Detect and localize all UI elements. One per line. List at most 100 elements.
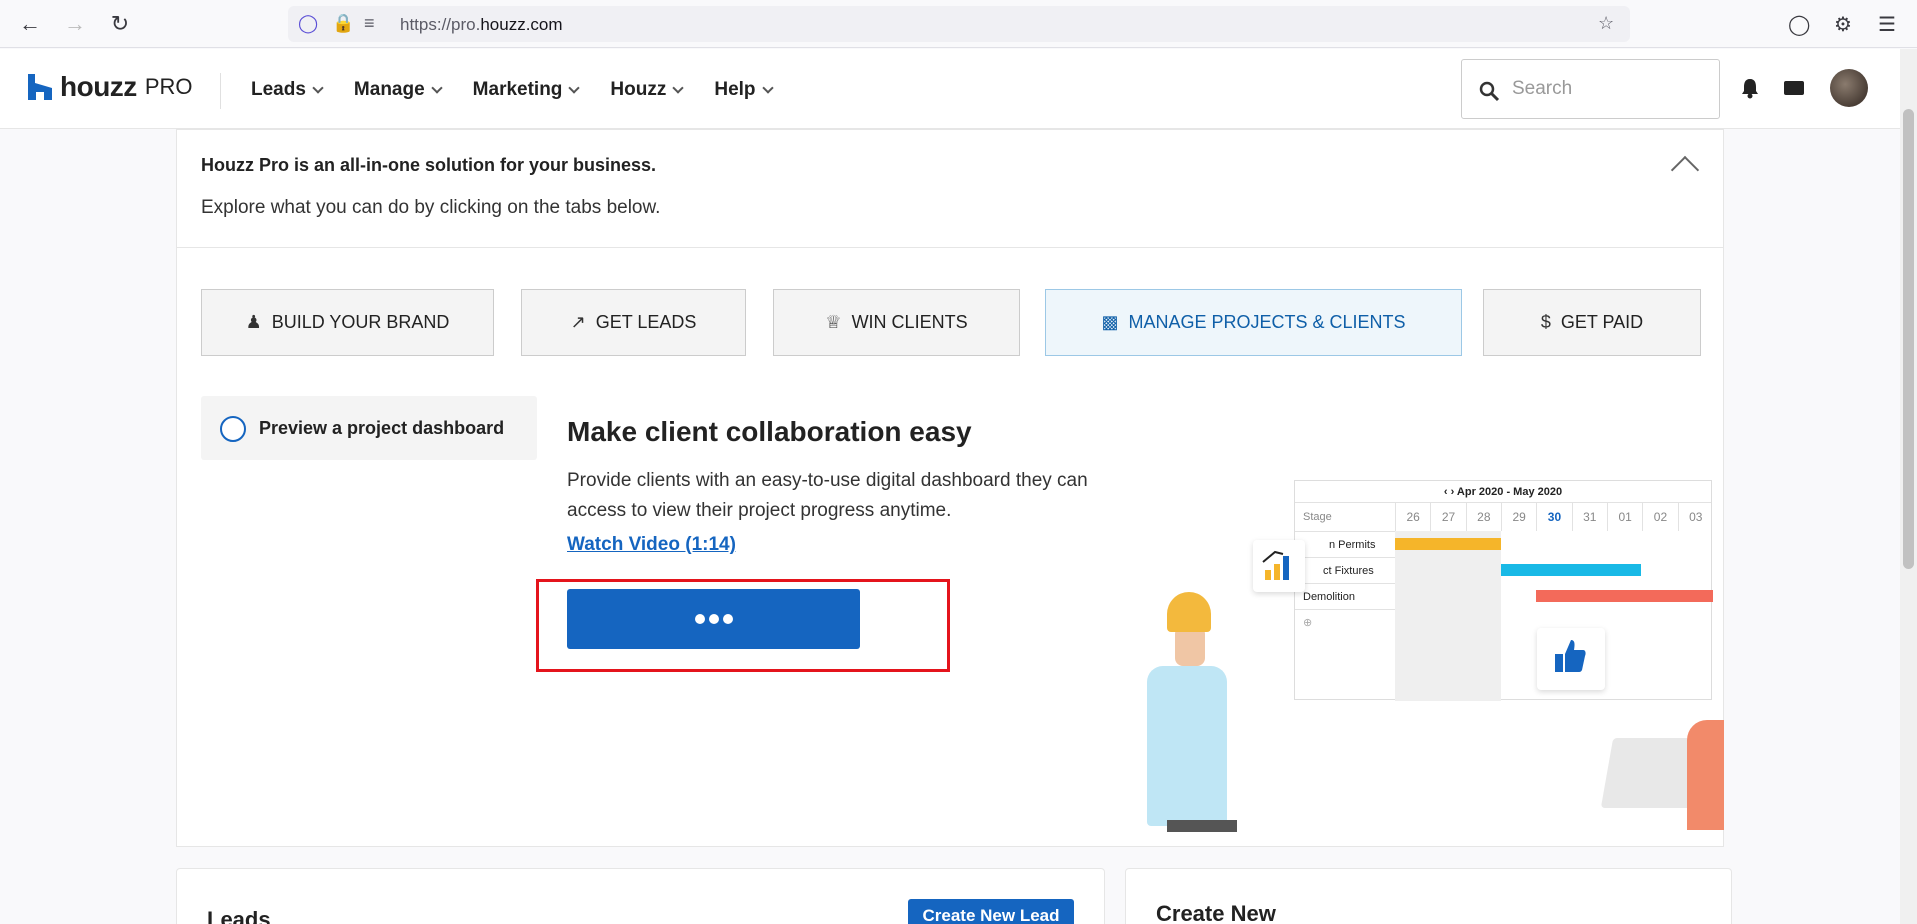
feature-headline: Make client collaboration easy <box>567 416 972 447</box>
nav-houzz[interactable]: Houzz <box>610 79 685 101</box>
permissions-icon[interactable]: ≡ <box>364 13 375 34</box>
tab-label: GET LEADS <box>595 312 697 332</box>
houzz-mark-icon <box>28 74 52 100</box>
collapse-chevron-icon[interactable] <box>1670 155 1700 185</box>
nav-marketing-label: Marketing <box>472 79 563 100</box>
app-header: houzz PRO Leads Manage Marketing Houzz H… <box>0 49 1900 129</box>
leads-card: Leads Create New Lead <box>176 868 1105 924</box>
leads-card-title: Leads <box>207 907 271 924</box>
lock-icon[interactable]: 🔒 <box>332 13 354 34</box>
radio-button[interactable] <box>220 416 246 442</box>
url-text[interactable]: https://pro.houzz.com <box>400 15 563 35</box>
page-scrollbar[interactable] <box>1900 49 1917 924</box>
thumbs-up-bubble <box>1537 628 1605 690</box>
feature-tabs: ♟ BUILD YOUR BRAND ↗ GET LEADS ♕ WIN CLI… <box>201 289 1701 356</box>
trophy-icon: ♕ <box>825 312 842 332</box>
browser-toolbar: ← → ↻ ◯ 🔒 ≡ https://pro.houzz.com ☆ ◯ ⚙ … <box>0 0 1917 48</box>
chevron-down-icon <box>431 82 443 94</box>
gantt-chart: ‹ › Apr 2020 - May 2020 26 27 28 29 30 3… <box>1294 480 1713 701</box>
worker-illustration <box>1147 666 1227 826</box>
hard-hat-icon <box>1167 592 1211 632</box>
nav-manage-label: Manage <box>353 79 425 100</box>
back-icon[interactable]: ← <box>16 10 44 38</box>
dashboard-illustration: ‹ › Apr 2020 - May 2020 26 27 28 29 30 3… <box>1127 480 1724 847</box>
houzz-logo[interactable]: houzz PRO <box>28 71 193 103</box>
chevron-down-icon <box>672 82 685 94</box>
gantt-day: 02 <box>1642 503 1677 531</box>
feature-description: Provide clients with an easy-to-use digi… <box>567 470 1088 521</box>
scrollbar-thumb[interactable] <box>1903 109 1914 569</box>
bell-icon[interactable] <box>1740 77 1760 99</box>
forward-icon[interactable]: → <box>61 10 89 38</box>
tab-win-clients[interactable]: ♕ WIN CLIENTS <box>773 289 1020 356</box>
url-prefix: https://pro. <box>400 15 481 34</box>
gantt-stage-header: Stage <box>1303 511 1332 523</box>
preview-dashboard-option[interactable]: Preview a project dashboard <box>201 396 537 460</box>
tab-label: BUILD YOUR BRAND <box>271 312 450 332</box>
search-input[interactable]: Search <box>1461 59 1720 119</box>
gantt-shade <box>1467 531 1501 701</box>
search-icon <box>1479 81 1500 102</box>
url-domain: houzz.com <box>480 15 563 34</box>
gantt-row: n Permits <box>1295 531 1395 557</box>
growth-chart-icon <box>1262 550 1289 580</box>
gantt-day: 28 <box>1465 503 1501 531</box>
header-divider <box>220 73 221 109</box>
tool-belt <box>1167 820 1237 832</box>
shield-icon[interactable]: ◯ <box>298 13 318 34</box>
dollar-icon: $ <box>1540 312 1551 332</box>
create-new-title: Create New <box>1156 901 1276 924</box>
chevron-down-icon <box>761 82 774 94</box>
search-placeholder: Search <box>1512 78 1573 99</box>
chevron-down-icon <box>312 82 324 94</box>
tab-label: GET PAID <box>1560 312 1644 332</box>
highlight-box <box>536 579 950 672</box>
intro-subtitle: Explore what you can do by clicking on t… <box>201 197 661 218</box>
nav-marketing[interactable]: Marketing <box>472 79 581 101</box>
nav-help[interactable]: Help <box>714 79 774 101</box>
logo-text: houzz <box>60 71 137 102</box>
address-bar[interactable]: ◯ 🔒 ≡ https://pro.houzz.com ☆ <box>288 6 1630 42</box>
tab-build-your-brand[interactable]: ♟ BUILD YOUR BRAND <box>201 289 494 356</box>
gantt-day-today: 30 <box>1536 503 1571 531</box>
create-new-card: Create New <box>1125 868 1732 924</box>
tab-manage-projects-clients[interactable]: ▩ MANAGE PROJECTS & CLIENTS <box>1045 289 1462 356</box>
trending-up-icon: ↗ <box>570 312 586 332</box>
chart-bubble <box>1253 540 1305 592</box>
gantt-bar <box>1536 590 1713 602</box>
nav-manage[interactable]: Manage <box>353 79 443 101</box>
preview-option-label: Preview a project dashboard <box>259 418 505 438</box>
gantt-day: 03 <box>1677 503 1713 531</box>
tab-get-paid[interactable]: $ GET PAID <box>1483 289 1701 356</box>
create-new-lead-button[interactable]: Create New Lead <box>908 899 1074 924</box>
avatar[interactable] <box>1830 69 1868 107</box>
gantt-day: 31 <box>1571 503 1607 531</box>
nav-houzz-label: Houzz <box>610 79 667 100</box>
tab-label: MANAGE PROJECTS & CLIENTS <box>1128 312 1406 332</box>
gantt-range: ‹ › Apr 2020 - May 2020 <box>1295 481 1711 503</box>
nav-help-label: Help <box>714 79 756 100</box>
onboarding-card: Houzz Pro is an all-in-one solution for … <box>176 129 1724 847</box>
gantt-row: Demolition <box>1295 583 1395 609</box>
mail-icon[interactable] <box>1784 81 1804 95</box>
menu-icon[interactable]: ☰ <box>1878 12 1896 37</box>
nav-leads-label: Leads <box>251 79 306 100</box>
bookmark-star-icon[interactable]: ☆ <box>1598 13 1614 34</box>
nav-leads[interactable]: Leads <box>251 79 324 101</box>
watch-video-link[interactable]: Watch Video (1:14) <box>567 534 736 556</box>
gantt-row: ct Fixtures <box>1295 557 1395 583</box>
gantt-bar <box>1395 538 1501 550</box>
reload-icon[interactable]: ↻ <box>106 10 134 38</box>
briefcase-icon: ▩ <box>1101 312 1119 332</box>
pocket-icon[interactable]: ◯ <box>1788 12 1810 37</box>
thumbs-up-icon <box>1555 640 1586 672</box>
gantt-day: 01 <box>1606 503 1642 531</box>
logo-pro: PRO <box>144 74 193 99</box>
worker-face <box>1175 626 1205 666</box>
tab-get-leads[interactable]: ↗ GET LEADS <box>521 289 746 356</box>
gantt-shade <box>1431 531 1467 701</box>
extensions-icon[interactable]: ⚙ <box>1834 12 1852 37</box>
gantt-day: 29 <box>1500 503 1536 531</box>
main-nav: Leads Manage Marketing Houzz Help <box>251 79 804 101</box>
gantt-add-row: ⊕ <box>1295 609 1395 635</box>
